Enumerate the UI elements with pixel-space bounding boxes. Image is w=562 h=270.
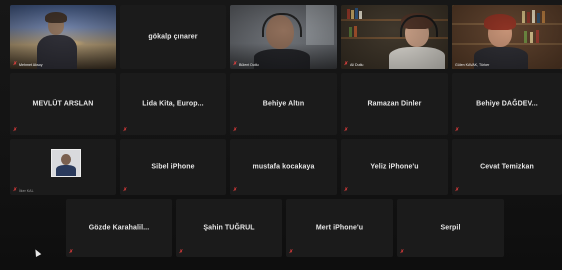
mic-muted-icon: ✗	[179, 249, 184, 255]
tile-participant-15[interactable]: Cevat Temizkan ✗	[452, 139, 562, 195]
window-frame	[306, 5, 334, 45]
participant-name: Behiye DAĞDEV...	[476, 100, 538, 108]
mic-muted-icon: ✗	[123, 187, 128, 193]
participant-body	[389, 47, 445, 69]
video-tile-participant-5-active-speaker[interactable]: Gülen KAVAK, Türker	[452, 5, 562, 69]
mic-muted-icon: ✗	[13, 61, 18, 67]
participant-name: Ramazan Dinler	[367, 100, 422, 108]
tile-participant-18[interactable]: Mert iPhone'u ✗	[286, 199, 393, 257]
mic-muted-icon: ✗	[344, 127, 349, 133]
mic-muted-icon: ✗	[233, 61, 238, 67]
mic-muted-icon: ✗	[455, 187, 460, 193]
profile-photo	[51, 149, 81, 177]
mic-muted-icon: ✗	[400, 249, 405, 255]
participant-hair	[45, 12, 67, 23]
participant-name-label: Ali Dutlu	[350, 63, 364, 67]
participant-name: Lida Kita, Europ...	[142, 100, 204, 108]
tile-participant-13[interactable]: mustafa kocakaya ✗	[230, 139, 337, 195]
tile-participant-2[interactable]: gökalp çınarer	[120, 5, 226, 69]
video-tile-participant-3[interactable]: ✗ Bülent Dutlu	[230, 5, 337, 69]
participant-name: Yeliz iPhone'u	[370, 163, 419, 171]
participant-hair	[484, 14, 516, 30]
mic-muted-icon: ✗	[344, 187, 349, 193]
tile-participant-11[interactable]: ✗ İlker KAL	[10, 139, 116, 195]
tile-participant-9[interactable]: Ramazan Dinler ✗	[341, 73, 448, 135]
participant-name: gökalp çınarer	[148, 33, 198, 41]
participant-body	[254, 49, 310, 69]
video-tile-participant-4[interactable]: ✗ Ali Dutlu	[341, 5, 448, 69]
participant-name: mustafa kocakaya	[252, 163, 315, 171]
tile-participant-6[interactable]: MEVLÜT ARSLAN ✗	[10, 73, 116, 135]
participant-name: MEVLÜT ARSLAN	[32, 100, 94, 108]
participant-name: Şahin TUĞRUL	[203, 224, 255, 232]
participant-name: Mert iPhone'u	[315, 224, 364, 232]
mic-muted-icon: ✗	[69, 249, 74, 255]
tile-participant-10[interactable]: Behiye DAĞDEV... ✗	[452, 73, 562, 135]
tile-participant-12[interactable]: Sibel iPhone ✗	[120, 139, 226, 195]
tile-participant-14[interactable]: Yeliz iPhone'u ✗	[341, 139, 448, 195]
mic-muted-icon: ✗	[123, 127, 128, 133]
participant-name-label: Bülent Dutlu	[239, 63, 259, 67]
participant-name-label: İlker KAL	[19, 189, 34, 193]
mic-muted-icon: ✗	[13, 187, 18, 193]
headphones-icon	[262, 13, 302, 37]
headphones-icon	[400, 15, 438, 37]
tile-participant-19[interactable]: Serpil ✗	[397, 199, 504, 257]
video-tile-participant-1[interactable]: ✗ Mehmet Aksoy	[10, 5, 116, 69]
tile-participant-8[interactable]: Behiye Altın ✗	[230, 73, 337, 135]
mic-muted-icon: ✗	[455, 127, 460, 133]
mouse-cursor-icon	[32, 248, 42, 257]
mic-muted-icon: ✗	[344, 61, 349, 67]
tile-participant-16[interactable]: Gözde Karahalil... ✗	[66, 199, 172, 257]
tile-participant-17[interactable]: Şahin TUĞRUL ✗	[176, 199, 282, 257]
participant-name-label: Mehmet Aksoy	[19, 63, 43, 67]
mic-muted-icon: ✗	[289, 249, 294, 255]
mic-muted-icon: ✗	[233, 127, 238, 133]
participant-body	[37, 35, 77, 69]
mic-muted-icon: ✗	[233, 187, 238, 193]
participant-name: Gözde Karahalil...	[88, 224, 150, 232]
tile-participant-7[interactable]: Lida Kita, Europ... ✗	[120, 73, 226, 135]
zoom-gallery-view: ✗ Mehmet Aksoy gökalp çınarer ✗ Bülent D…	[0, 0, 562, 270]
participant-name-label: Gülen KAVAK, Türker	[455, 63, 490, 67]
participant-name: Serpil	[440, 224, 461, 232]
participant-name: Sibel iPhone	[151, 163, 195, 171]
mic-muted-icon: ✗	[13, 127, 18, 133]
participant-name: Behiye Altın	[262, 100, 305, 108]
participant-name: Cevat Temizkan	[480, 163, 534, 171]
